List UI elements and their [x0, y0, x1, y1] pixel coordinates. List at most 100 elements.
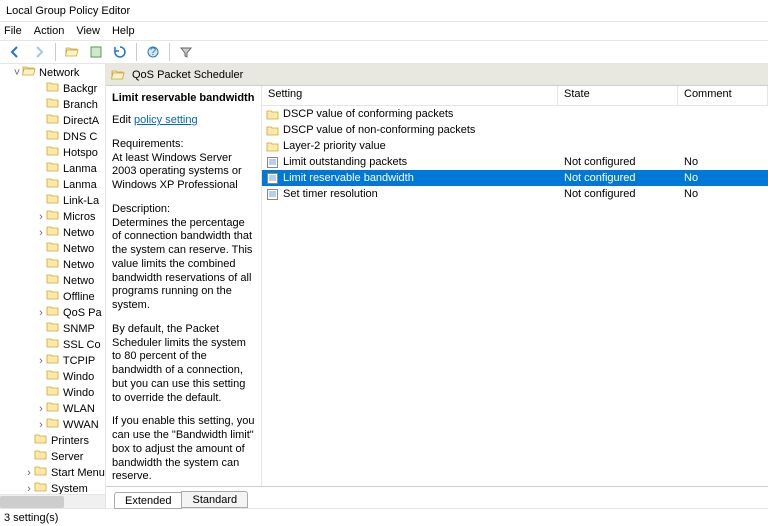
- setting-state: [558, 106, 678, 122]
- folder-icon: [266, 140, 280, 152]
- tree-item[interactable]: Lanma: [0, 176, 106, 192]
- settings-list[interactable]: Setting State Comment DSCP value of conf…: [262, 86, 768, 486]
- tree-item[interactable]: › TCPIP: [0, 352, 106, 368]
- tree-item[interactable]: Lanma: [0, 160, 106, 176]
- tree-scrollbar[interactable]: [0, 494, 105, 508]
- menu-action[interactable]: Action: [34, 22, 65, 40]
- tree-item[interactable]: Offline: [0, 288, 106, 304]
- tree-label: DNS C: [60, 131, 97, 143]
- folder-icon: [46, 96, 60, 112]
- setting-row[interactable]: DSCP value of non-conforming packets: [262, 122, 768, 138]
- expand-icon[interactable]: ›: [36, 401, 46, 416]
- setting-icon: [266, 156, 280, 168]
- tree-item[interactable]: Branch: [0, 96, 106, 112]
- tree-item[interactable]: SSL Co: [0, 336, 106, 352]
- setting-row[interactable]: DSCP value of conforming packets: [262, 106, 768, 122]
- folder-icon: [46, 288, 60, 304]
- description-text-3: If you enable this setting, you can use …: [112, 415, 255, 484]
- filter-button[interactable]: [175, 42, 197, 62]
- tree-label: Hotspo: [60, 147, 98, 159]
- expand-icon[interactable]: ›: [36, 209, 46, 224]
- setting-row[interactable]: Limit reservable bandwidthNot configured…: [262, 170, 768, 186]
- tree-item[interactable]: ˅ Network: [0, 64, 106, 80]
- setting-title: Limit reservable bandwidth: [112, 92, 255, 104]
- tree-item[interactable]: › WWAN: [0, 416, 106, 432]
- tree-item[interactable]: Server: [0, 448, 106, 464]
- menu-view[interactable]: View: [76, 22, 100, 40]
- tree-label: Backgr: [60, 83, 97, 95]
- toolbar: ?: [0, 40, 768, 64]
- tree-item[interactable]: Netwo: [0, 272, 106, 288]
- properties-button[interactable]: [85, 42, 107, 62]
- folder-icon: [266, 124, 280, 136]
- tree-label: WLAN: [60, 403, 95, 415]
- folder-icon: [46, 416, 60, 432]
- forward-button[interactable]: [28, 42, 50, 62]
- toolbar-sep: [55, 43, 56, 61]
- collapse-icon[interactable]: ˅: [12, 65, 22, 80]
- expand-icon[interactable]: ›: [24, 465, 34, 480]
- tree-label: TCPIP: [60, 355, 95, 367]
- refresh-button[interactable]: [109, 42, 131, 62]
- col-comment[interactable]: Comment: [678, 86, 768, 105]
- tab-standard[interactable]: Standard: [181, 491, 248, 508]
- menu-file[interactable]: File: [4, 22, 22, 40]
- toolbar-sep: [136, 43, 137, 61]
- tree-pane[interactable]: ˅ Network Backgr Branch DirectA DNS C Ho…: [0, 64, 106, 508]
- tree-item[interactable]: Hotspo: [0, 144, 106, 160]
- folder-icon: [46, 192, 60, 208]
- setting-state: Not configured: [558, 154, 678, 170]
- col-setting[interactable]: Setting: [262, 86, 558, 105]
- tree-label: Start Menu: [48, 467, 105, 479]
- tree-item[interactable]: DNS C: [0, 128, 106, 144]
- description-text-2: By default, the Packet Scheduler limits …: [112, 323, 255, 406]
- menu-help[interactable]: Help: [112, 22, 135, 40]
- up-button[interactable]: [61, 42, 83, 62]
- tree-item[interactable]: › Micros: [0, 208, 106, 224]
- list-header[interactable]: Setting State Comment: [262, 86, 768, 106]
- tree-item[interactable]: › QoS Pa: [0, 304, 106, 320]
- tree-item[interactable]: › WLAN: [0, 400, 106, 416]
- tree-item[interactable]: Link-La: [0, 192, 106, 208]
- tree-item[interactable]: Windo: [0, 368, 106, 384]
- folder-icon: [46, 400, 60, 416]
- setting-comment: [678, 122, 768, 138]
- tree-item[interactable]: › Start Menu: [0, 464, 106, 480]
- folder-icon: [266, 108, 280, 120]
- tree-item[interactable]: Netwo: [0, 240, 106, 256]
- edit-policy-link[interactable]: policy setting: [134, 114, 198, 126]
- tree-label: DirectA: [60, 115, 99, 127]
- expand-icon[interactable]: ›: [36, 417, 46, 432]
- tree-item[interactable]: Netwo: [0, 256, 106, 272]
- tree-item[interactable]: DirectA: [0, 112, 106, 128]
- tab-extended[interactable]: Extended: [114, 492, 182, 509]
- tree-item[interactable]: SNMP: [0, 320, 106, 336]
- setting-comment: [678, 106, 768, 122]
- col-state[interactable]: State: [558, 86, 678, 105]
- folder-icon: [46, 208, 60, 224]
- expand-icon[interactable]: ›: [36, 305, 46, 320]
- setting-row[interactable]: Limit outstanding packetsNot configuredN…: [262, 154, 768, 170]
- help-button[interactable]: ?: [142, 42, 164, 62]
- tree-label: Printers: [48, 435, 89, 447]
- setting-row[interactable]: Layer-2 priority value: [262, 138, 768, 154]
- expand-icon[interactable]: ›: [36, 353, 46, 368]
- back-button[interactable]: [4, 42, 26, 62]
- tree-item[interactable]: Windo: [0, 384, 106, 400]
- tree-item[interactable]: Printers: [0, 432, 106, 448]
- setting-comment: No: [678, 170, 768, 186]
- expand-icon[interactable]: ›: [36, 225, 46, 240]
- tree-label: Lanma: [60, 179, 97, 191]
- tree-item[interactable]: Backgr: [0, 80, 106, 96]
- tree-item[interactable]: › Netwo: [0, 224, 106, 240]
- setting-row[interactable]: Set timer resolutionNot configuredNo: [262, 186, 768, 202]
- setting-name: DSCP value of conforming packets: [283, 106, 453, 122]
- tree-label: WWAN: [60, 419, 99, 431]
- folder-icon: [34, 448, 48, 464]
- folder-icon: [46, 224, 60, 240]
- folder-icon: [46, 240, 60, 256]
- tree-label: QoS Pa: [60, 307, 102, 319]
- tree-label: Lanma: [60, 163, 97, 175]
- tree-label: Micros: [60, 211, 95, 223]
- edit-label: Edit: [112, 114, 134, 126]
